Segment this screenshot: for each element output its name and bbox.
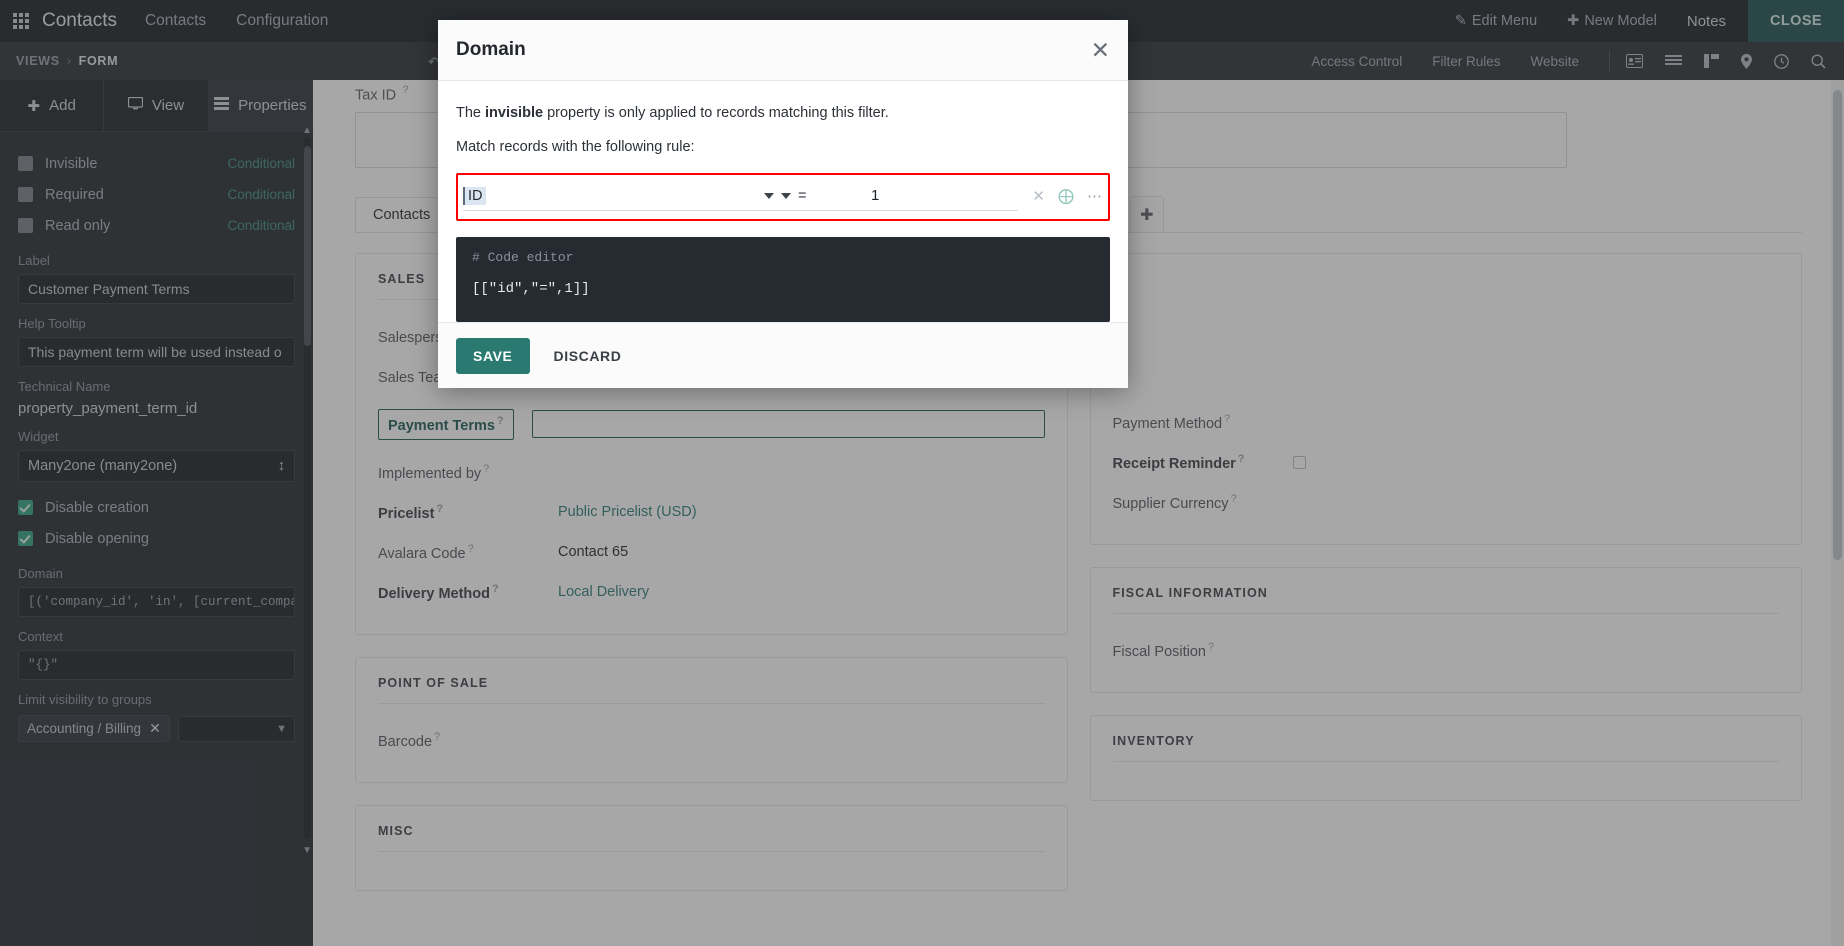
rule-field-value: ID <box>463 186 486 205</box>
close-icon[interactable]: ✕ <box>1091 38 1110 62</box>
domain-dialog: Domain ✕ The invisible property is only … <box>438 20 1128 388</box>
save-button[interactable]: SAVE <box>456 337 530 374</box>
rule-value-input[interactable]: 1 <box>871 181 1019 212</box>
dialog-description: The invisible property is only applied t… <box>456 105 1110 121</box>
rule-row: ID = 1 ✕ ⨁ ⋯ <box>463 181 1103 212</box>
rule-value-text: 1 <box>871 187 880 205</box>
description-prefix: The <box>456 105 486 122</box>
chevron-down-icon <box>764 192 774 199</box>
rule-field-select[interactable]: ID <box>463 181 781 212</box>
description-suffix: property is only applied to records matc… <box>543 105 889 122</box>
dialog-footer: SAVE DISCARD <box>438 322 1128 388</box>
chevron-down-icon <box>781 192 791 199</box>
code-editor[interactable]: # Code editor [["id","=",1]] <box>456 237 1110 323</box>
add-rule-icon[interactable]: ⨁ <box>1058 186 1074 206</box>
code-editor-comment: # Code editor <box>472 250 574 266</box>
remove-rule-icon[interactable]: ✕ <box>1032 187 1045 205</box>
description-bold: invisible <box>485 105 544 122</box>
rule-editor-highlight: ID = 1 ✕ ⨁ ⋯ <box>456 173 1110 222</box>
rule-actions: ✕ ⨁ ⋯ <box>1018 186 1103 206</box>
rule-prompt: Match records with the following rule: <box>456 139 695 156</box>
ellipsis-icon[interactable]: ⋯ <box>1087 187 1103 205</box>
rule-operator-value: = <box>798 187 807 204</box>
dialog-body: The invisible property is only applied t… <box>438 81 1128 323</box>
dialog-title: Domain <box>456 39 526 61</box>
rule-operator-select[interactable]: = <box>781 181 871 212</box>
dialog-header: Domain ✕ <box>438 20 1128 82</box>
code-editor-value: [["id","=",1]] <box>472 281 590 298</box>
discard-button[interactable]: DISCARD <box>540 338 636 374</box>
